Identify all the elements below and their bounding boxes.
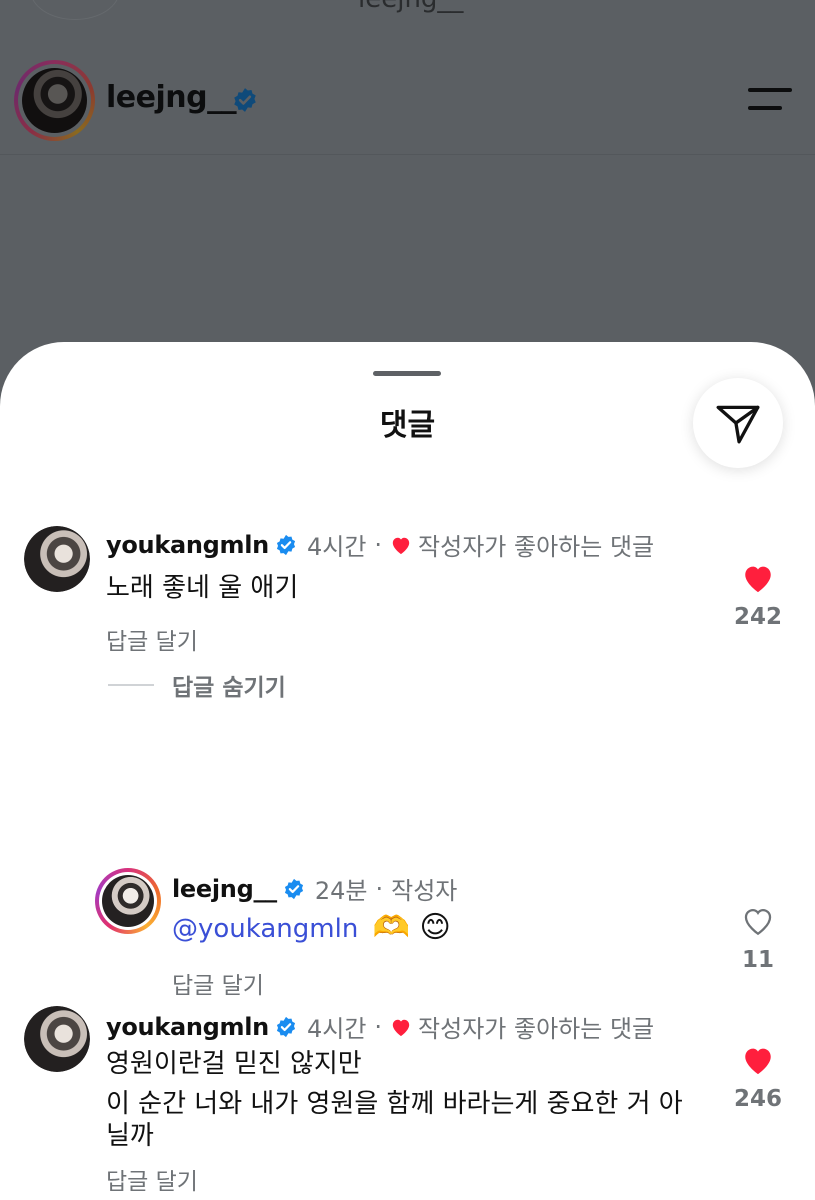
separator-dot: · [375,874,384,903]
author-label: 작성자 [391,877,458,905]
sheet-grabber[interactable] [373,371,441,376]
profile-header-background: leejng__ leejng__ [0,0,815,155]
profile-avatar[interactable] [14,60,95,141]
send-paper-plane-icon [716,405,760,444]
reply-button[interactable]: 답글 달기 [106,622,198,656]
like-heart-outline-icon[interactable] [741,905,775,937]
creator-liked-heart-icon [392,1019,410,1036]
comment-time: 24분 [314,877,368,905]
commenter-avatar[interactable] [24,526,90,592]
commenter-avatar[interactable] [24,1006,90,1072]
verified-badge-icon [276,534,296,555]
hide-replies-divider [108,684,154,686]
comment-text-line: 이 순간 너와 내가 영원을 함께 바라는게 중요한 거 아 [106,1089,683,1119]
comment-time: 4시간 [306,533,367,561]
creator-liked-label: 작성자가 좋아하는 댓글 [418,533,655,561]
comment-emojis: 🫶 😊 [372,910,451,945]
mention-link[interactable]: @youkangmln [172,914,358,944]
creator-liked-heart-icon [392,537,410,554]
like-count: 242 [733,604,782,630]
separator-dot: · [374,530,383,559]
hamburger-menu-icon[interactable] [748,86,792,114]
commenter-username[interactable]: youkangmln [106,1013,269,1041]
like-heart-icon[interactable] [741,562,775,594]
share-button[interactable] [693,378,783,468]
creator-liked-label: 작성자가 좋아하는 댓글 [418,1015,655,1043]
separator-dot: · [374,1012,383,1041]
like-column: 242 [728,562,788,630]
like-column: 11 [728,905,788,973]
profile-username[interactable]: leejng__ [106,80,237,115]
comment-time: 4시간 [306,1015,367,1043]
reply-button[interactable]: 답글 달기 [106,1162,198,1196]
verified-badge-icon [234,88,256,112]
reply-button[interactable]: 답글 달기 [172,966,264,1000]
reply-comment-item: leejng__ 24분 · 작성자 @youkangmln 🫶 😊 답글 달기… [0,868,815,1000]
comment-text-line: 닐까 [106,1121,154,1151]
comment-text-line: 영원이란걸 믿진 않지만 [106,1049,362,1079]
like-count: 246 [733,1086,782,1112]
comment-item: youkangmln 4시간 · 작성자가 좋아하는 댓글 영원이란걸 믿진 않… [0,1006,815,1200]
commenter-username[interactable]: leejng__ [172,875,277,903]
like-heart-icon[interactable] [741,1044,775,1076]
partial-avatar-circle [30,0,120,20]
like-count: 11 [741,947,774,973]
hide-replies-label: 답글 숨기기 [172,675,286,701]
hide-replies-button[interactable]: 답글 숨기기 [108,668,286,702]
comment-item: youkangmln 4시간 · 작성자가 좋아하는 댓글 노래 좋네 울 애기… [0,526,815,656]
like-column: 246 [728,1044,788,1112]
comment-text: @youkangmln 🫶 😊 [172,910,712,947]
commenter-username[interactable]: youkangmln [106,531,269,559]
comment-text: 노래 좋네 울 애기 [106,573,299,603]
author-avatar[interactable] [95,868,161,934]
verified-badge-icon [284,878,303,899]
partial-top-username: leejng__ [358,0,463,14]
verified-badge-icon [276,1016,296,1037]
comments-sheet: 댓글 youkangmln 4시간 · 작성자가 좋아하는 댓글 노래 좋네 울… [0,342,815,1200]
